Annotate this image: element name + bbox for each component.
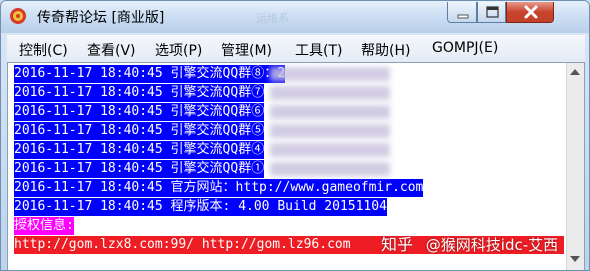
log-timestamp: 2016-11-17 18:40:45 <box>14 85 163 100</box>
log-message: http://gom.lzx8.com:99/ http://gom.lz96.… <box>14 237 351 252</box>
menu-tools[interactable]: 工具(T) <box>295 40 342 60</box>
redaction-blur <box>270 124 390 138</box>
menu-view[interactable]: 查看(V) <box>87 40 136 60</box>
log-line: 2016-11-17 18:40:45 引擎交流QQ群④ <box>14 141 265 159</box>
log-timestamp: 2016-11-17 18:40:45 <box>14 199 163 214</box>
background-window-title: 运维系 <box>256 12 289 25</box>
scroll-up-icon[interactable] <box>570 69 580 75</box>
redaction-blur <box>270 143 390 157</box>
log-message: 引擎交流QQ群⑥ <box>170 104 265 119</box>
log-line: 2016-11-17 18:40:45 官方网站：http://www.game… <box>14 179 424 197</box>
close-button[interactable] <box>506 2 554 23</box>
log-line: 2016-11-17 18:40:45 引擎交流QQ群⑧：2 <box>14 65 286 83</box>
log-message: 引擎交流QQ群⑤ <box>170 123 265 138</box>
log-message: 程序版本: 4.00 Build 20151104 <box>170 199 387 214</box>
log-timestamp: 2016-11-17 18:40:45 <box>14 161 163 176</box>
log-line: 2016-11-17 18:40:45 引擎交流QQ群⑥ <box>14 103 265 121</box>
menu-options[interactable]: 选项(P) <box>155 40 202 60</box>
log-line: 2016-11-17 18:40:45 引擎交流QQ群⑤ <box>14 122 265 140</box>
log-line: 2016-11-17 18:40:45 程序版本: 4.00 Build 201… <box>14 198 387 216</box>
maximize-icon <box>486 6 499 18</box>
app-logo-icon <box>9 7 27 25</box>
maximize-button[interactable] <box>477 2 506 23</box>
redaction-blur <box>270 67 390 81</box>
watermark-handle: @猴网科技idc-艾西 <box>425 236 559 254</box>
window-title: 传奇帮论坛 [商业版] <box>37 10 165 26</box>
redaction-blur <box>270 162 390 176</box>
menu-bar: 控制(C) 查看(V) 选项(P) 管理(M) 工具(T) 帮助(H) GOMP… <box>7 35 585 63</box>
log-message: 引擎交流QQ群④ <box>170 142 265 157</box>
window-controls <box>439 2 589 24</box>
watermark: 知乎 @猴网科技idc-艾西 <box>381 231 558 255</box>
log-line: 2016-11-17 18:40:45 引擎交流QQ群⑦ <box>14 84 265 102</box>
log-timestamp: 2016-11-17 18:40:45 <box>14 104 163 119</box>
minimize-button[interactable] <box>447 2 477 23</box>
redaction-blur <box>270 105 390 119</box>
log-line-license: 授权信息: <box>14 217 74 235</box>
redaction-blur <box>270 86 390 100</box>
watermark-site: 知乎 <box>381 235 414 254</box>
log-timestamp: 2016-11-17 18:40:45 <box>14 180 163 195</box>
log-message: 授权信息: <box>14 218 74 233</box>
log-timestamp: 2016-11-17 18:40:45 <box>14 142 163 157</box>
minimize-icon <box>457 14 469 19</box>
menu-control[interactable]: 控制(C) <box>19 40 68 60</box>
log-message: 官方网站：http://www.gameofmir.com <box>170 180 424 195</box>
scroll-down-icon[interactable] <box>570 256 580 262</box>
vertical-scrollbar[interactable] <box>566 63 584 270</box>
menu-gompj[interactable]: GOMPJ(E) <box>432 40 498 56</box>
log-message: 引擎交流QQ群① <box>170 161 265 176</box>
log-message: 引擎交流QQ群⑦ <box>170 85 265 100</box>
log-timestamp: 2016-11-17 18:40:45 <box>14 123 163 138</box>
menu-manage[interactable]: 管理(M) <box>221 40 272 60</box>
log-line: 2016-11-17 18:40:45 引擎交流QQ群① <box>14 160 265 178</box>
app-window: 传奇帮论坛 [商业版] 运维系 控制(C) 查看(V) 选项(P) 管理(M) … <box>0 0 590 271</box>
close-icon <box>524 5 538 19</box>
menu-help[interactable]: 帮助(H) <box>361 40 410 60</box>
log-timestamp: 2016-11-17 18:40:45 <box>14 66 163 81</box>
log-message: 引擎交流QQ群⑧：2 <box>170 66 286 81</box>
title-bar[interactable]: 传奇帮论坛 [商业版] 运维系 <box>1 1 589 33</box>
